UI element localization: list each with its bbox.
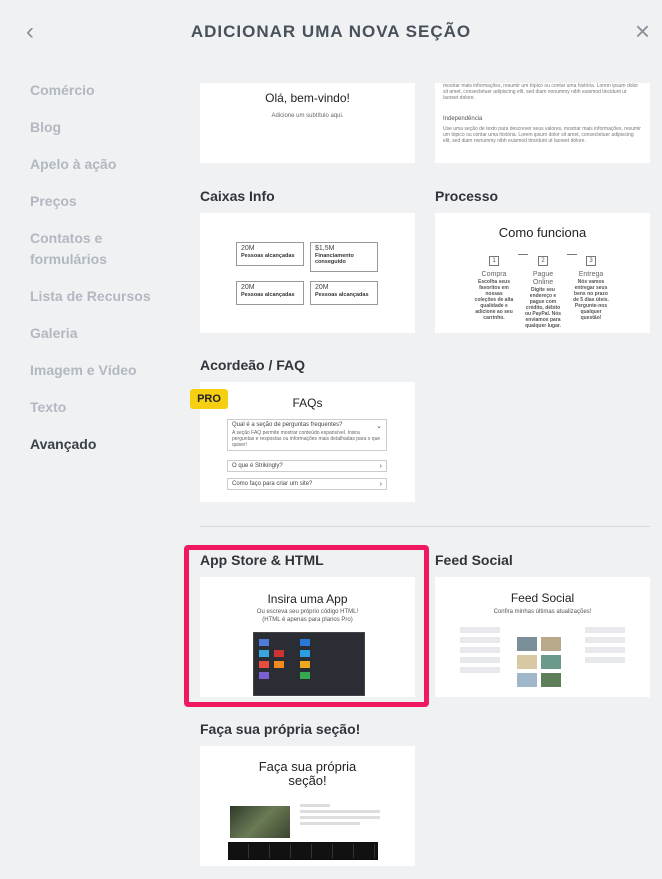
app-store-subtitle-note: (HTML é apenas para planos Pro) bbox=[262, 617, 353, 623]
custom-preview-text bbox=[300, 804, 380, 828]
dialog-title: ADICIONAR UMA NOVA SEÇÃO bbox=[190, 22, 472, 41]
feed-social-subtitle: Confira minhas últimas atualizações! bbox=[493, 609, 592, 615]
feed-photo bbox=[541, 637, 561, 651]
feed-photo bbox=[517, 637, 537, 651]
step-title: Compra bbox=[481, 271, 507, 278]
custom-preview-image bbox=[230, 806, 290, 838]
section-title-processo: Processo bbox=[435, 188, 499, 204]
info-label: Financiamento conseguido bbox=[315, 253, 354, 265]
info-number: 20M bbox=[241, 245, 255, 252]
info-number: $1,5M bbox=[315, 245, 335, 252]
app-store-preview-image bbox=[253, 632, 365, 696]
pro-badge: PRO bbox=[190, 389, 228, 409]
close-icon[interactable]: × bbox=[635, 18, 650, 44]
sidebar-item-imagem[interactable]: Imagem e Vídeo bbox=[30, 360, 180, 381]
app-store-heading: Insira uma App bbox=[267, 592, 348, 606]
faq-question: Qual é a seção de perguntas frequentes? bbox=[232, 422, 343, 428]
processo-heading: Como funciona bbox=[498, 225, 587, 240]
faq-card[interactable]: FAQs Qual é a seção de perguntas frequen… bbox=[200, 382, 415, 502]
sidebar-item-galeria[interactable]: Galeria bbox=[30, 323, 180, 344]
welcome-card[interactable]: Olá, bem-vindo! Adicione um subtítulo aq… bbox=[200, 83, 415, 163]
feed-photo bbox=[541, 655, 561, 669]
info-box: $1,5M Financiamento conseguido bbox=[310, 242, 378, 272]
step-number: 3 bbox=[586, 256, 596, 266]
info-number: 20M bbox=[241, 284, 255, 291]
info-number: 20M bbox=[315, 284, 329, 291]
feed-photo bbox=[517, 655, 537, 669]
text-paragraph: Use uma seção de texto para descrever se… bbox=[443, 126, 641, 144]
faq-answer: A seção FAQ permite mostrar conteúdo exp… bbox=[232, 430, 381, 448]
category-sidebar: Comércio Blog Apelo à ação Preços Contat… bbox=[30, 80, 180, 471]
chevron-right-icon: › bbox=[379, 481, 382, 488]
step-number: 1 bbox=[489, 256, 499, 266]
feed-column bbox=[460, 627, 500, 677]
sidebar-item-recursos[interactable]: Lista de Recursos bbox=[30, 286, 180, 307]
welcome-subtitle: Adicione um subtítulo aqui. bbox=[271, 113, 344, 119]
text-heading: Independência bbox=[443, 116, 483, 122]
app-store-card[interactable]: Insira uma App Ou escreva seu próprio có… bbox=[200, 577, 415, 697]
sidebar-item-apelo[interactable]: Apelo à ação bbox=[30, 154, 180, 175]
step-desc: Digite seu endereço e pague com crédito,… bbox=[524, 287, 562, 329]
custom-heading: Faça sua própria seção! bbox=[258, 759, 357, 788]
chevron-down-icon: ⌄ bbox=[376, 423, 382, 430]
feed-photo bbox=[517, 673, 537, 687]
faq-question: Como faço para criar um site? bbox=[232, 481, 313, 487]
section-title-faq: Acordeão / FAQ bbox=[200, 357, 306, 373]
sidebar-item-precos[interactable]: Preços bbox=[30, 191, 180, 212]
processo-card[interactable]: Como funciona 1 Compra Escolha seus favo… bbox=[435, 213, 650, 333]
section-title-feed-social: Feed Social bbox=[435, 552, 513, 568]
step-title: Pague Online bbox=[532, 271, 554, 286]
section-title-app-store: App Store & HTML bbox=[200, 552, 324, 568]
section-title-caixas-info: Caixas Info bbox=[200, 188, 275, 204]
step-title: Entrega bbox=[578, 271, 604, 278]
info-box: 20M Pessoas alcançadas bbox=[310, 281, 378, 305]
faq-question: O que é Strikingly? bbox=[232, 463, 283, 469]
step-desc: Escolha seus favoritos em nossas coleçõe… bbox=[474, 279, 514, 321]
dialog-header: ‹ ADICIONAR UMA NOVA SEÇÃO × bbox=[0, 0, 662, 66]
feed-social-heading: Feed Social bbox=[510, 591, 575, 605]
process-step: 1 Compra Escolha seus favoritos em nossa… bbox=[474, 249, 514, 321]
caixas-info-card[interactable]: 20M Pessoas alcançadas $1,5M Financiamen… bbox=[200, 213, 415, 333]
feed-social-card[interactable]: Feed Social Confira minhas últimas atual… bbox=[435, 577, 650, 697]
feed-column bbox=[585, 627, 625, 667]
faq-item: Qual é a seção de perguntas frequentes? … bbox=[227, 419, 387, 451]
feed-photo bbox=[541, 673, 561, 687]
text-paragraph: mostrar mais informações, resumir um tóp… bbox=[443, 83, 639, 101]
faq-heading: FAQs bbox=[292, 396, 323, 410]
welcome-title: Olá, bem-vindo! bbox=[265, 91, 350, 105]
sidebar-item-contatos[interactable]: Contatos e formulários bbox=[30, 228, 130, 270]
app-store-subtitle: Ou escreva seu próprio código HTML! bbox=[256, 609, 359, 615]
editor-toolbar bbox=[228, 842, 378, 860]
process-step: 3 Entrega Nós vamos entregar seus bens n… bbox=[571, 249, 611, 321]
process-step: 2 Pague Online Digite seu endereço e pag… bbox=[523, 249, 563, 329]
info-label: Pessoas alcançadas bbox=[241, 253, 295, 259]
sidebar-item-texto[interactable]: Texto bbox=[30, 397, 180, 418]
info-box: 20M Pessoas alcançadas bbox=[236, 281, 304, 305]
sidebar-item-comercio[interactable]: Comércio bbox=[30, 80, 180, 101]
step-number: 2 bbox=[538, 256, 548, 266]
sidebar-item-avancado[interactable]: Avançado bbox=[30, 434, 180, 455]
section-title-custom: Faça sua própria seção! bbox=[200, 721, 361, 737]
info-label: Pessoas alcançadas bbox=[241, 292, 295, 298]
chevron-right-icon: › bbox=[379, 463, 382, 470]
faq-item: Como faço para criar um site? › bbox=[227, 478, 387, 490]
step-desc: Nós vamos entregar seus bens no prazo de… bbox=[573, 279, 609, 321]
section-divider bbox=[200, 526, 650, 527]
text-columns-card[interactable]: mostrar mais informações, resumir um tóp… bbox=[435, 83, 650, 163]
sidebar-item-blog[interactable]: Blog bbox=[30, 117, 180, 138]
info-label: Pessoas alcançadas bbox=[315, 292, 369, 298]
faq-item: O que é Strikingly? › bbox=[227, 460, 387, 472]
custom-section-card[interactable]: Faça sua própria seção! bbox=[200, 746, 415, 866]
info-box: 20M Pessoas alcançadas bbox=[236, 242, 304, 266]
